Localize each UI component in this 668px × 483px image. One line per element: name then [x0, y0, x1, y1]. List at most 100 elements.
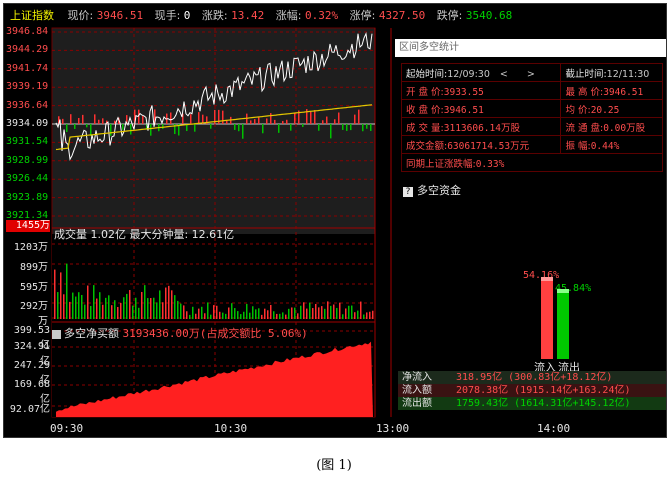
diff-bar	[114, 120, 116, 124]
volume-bar	[144, 285, 146, 319]
volume-bar	[114, 300, 116, 319]
volume-bar	[108, 295, 110, 319]
prev-range-button[interactable]: <	[500, 69, 516, 80]
time-tick-label: 13:00	[376, 422, 410, 435]
volume-bar	[318, 307, 320, 319]
diff-bar	[86, 124, 88, 128]
diff-bar	[326, 116, 328, 124]
volume-bar	[306, 308, 308, 319]
summary-label: 流出额	[402, 398, 432, 409]
stats-row: 同期上证涨跌幅:0.33%	[401, 153, 663, 172]
volume-bar	[183, 305, 185, 319]
volume-bar	[288, 308, 290, 319]
price-tick-label: 3931.54	[6, 136, 49, 148]
volume-bar	[237, 311, 239, 319]
diff-bar	[194, 124, 196, 132]
diff-bar	[350, 124, 352, 131]
volume-bar	[321, 306, 323, 319]
help-icon[interactable]: ?	[403, 187, 413, 197]
volume-bar	[150, 298, 152, 319]
stat-value: 63061714.53万元	[447, 140, 530, 152]
volume-bar	[84, 304, 86, 319]
stat-value: 3933.55	[443, 86, 484, 98]
stat-label: 流 通 盘:	[565, 122, 604, 134]
diff-bar	[314, 110, 316, 124]
diff-bar	[270, 113, 272, 124]
volume-bar	[366, 312, 368, 319]
volume-bar	[336, 307, 338, 319]
diff-bar	[242, 124, 244, 139]
diff-bar	[78, 117, 80, 124]
diff-bar	[278, 124, 280, 133]
diff-bar	[254, 119, 256, 124]
diff-bar	[354, 114, 356, 124]
stats-row: 成交金额:63061714.53万元 振 幅:0.44%	[400, 135, 663, 154]
volume-bar	[132, 305, 134, 319]
price-tick-label: 3939.19	[6, 81, 49, 93]
volume-bar	[165, 287, 167, 319]
start-value: 12/09:30	[447, 68, 490, 80]
summary-value: 1759.43亿 (1614.31亿+145.12亿)	[456, 398, 631, 409]
volume-bar	[243, 311, 245, 319]
volume-bar	[219, 311, 221, 319]
legend-icon	[52, 329, 61, 339]
volume-bar	[357, 310, 359, 319]
time-tick-label: 14:00	[537, 422, 571, 435]
diff-bar	[218, 109, 220, 124]
diff-bar	[250, 120, 252, 124]
volume-bar	[57, 292, 59, 319]
diff-bar	[222, 110, 224, 124]
volume-bar	[78, 292, 80, 319]
funds-summary: 净流入 318.95亿 (300.83亿+18.12亿) 流入额 2078.38亿 …	[398, 371, 666, 410]
diff-bar	[150, 124, 152, 136]
volume-bar	[270, 304, 272, 319]
stat-label: 收 盘 价:	[406, 104, 444, 116]
volume-bar	[75, 296, 77, 319]
volume-bar	[348, 305, 350, 319]
next-range-button[interactable]: >	[527, 69, 543, 80]
same-period-value: 0.33%	[475, 158, 505, 170]
time-tick-label: 10:30	[214, 422, 248, 435]
stat-value: 3113606.14万股	[443, 122, 520, 134]
diff-bar	[238, 124, 240, 132]
volume-bar	[339, 302, 341, 319]
diff-bar	[310, 111, 312, 124]
volume-bar	[360, 301, 362, 319]
volume-bar	[210, 314, 212, 319]
inflow-row: 流入额 2078.38亿 (1915.14亿+163.24亿)	[398, 384, 666, 397]
range-stats-table: 起始时间:12/09:30 < > 截止时间:12/11:30 开 盘 价:393…	[400, 63, 663, 172]
volume-bar	[303, 302, 305, 319]
volume-bar	[258, 308, 260, 319]
volume-tick-label: 292万	[19, 301, 48, 312]
price-tick-label: 3936.64	[6, 99, 49, 111]
diff-bar	[62, 118, 64, 124]
funds-section-title: ? 多空资金	[403, 182, 461, 198]
volume-bar	[363, 314, 365, 319]
price-tick-label: 3941.74	[6, 62, 49, 74]
diff-bar	[370, 124, 372, 131]
diff-bar	[282, 120, 284, 124]
volume-bar	[312, 308, 314, 319]
volume-bar	[294, 307, 296, 319]
diff-bar	[130, 124, 132, 135]
summary-label: 流入额	[402, 385, 432, 396]
stat-label: 开 盘 价:	[406, 86, 444, 98]
volume-bar	[354, 312, 356, 319]
stat-value: 3946.51	[603, 86, 644, 98]
diff-bar	[234, 124, 236, 130]
volume-bar	[189, 314, 191, 319]
diff-bar	[94, 114, 96, 124]
figure-caption: (图 1)	[316, 458, 352, 473]
volume-bar	[225, 313, 227, 319]
diff-bar	[82, 114, 84, 124]
volume-bar	[252, 306, 254, 319]
volume-bar	[138, 307, 140, 319]
volume-bar	[102, 304, 104, 319]
diff-bar	[334, 119, 336, 124]
diff-bar	[358, 109, 360, 124]
diff-bar	[274, 119, 276, 124]
volume-bar	[207, 302, 209, 319]
net-buy-title: 多空净买额	[64, 327, 119, 340]
stat-value: 20.25	[590, 104, 620, 116]
volume-bar	[126, 293, 128, 319]
